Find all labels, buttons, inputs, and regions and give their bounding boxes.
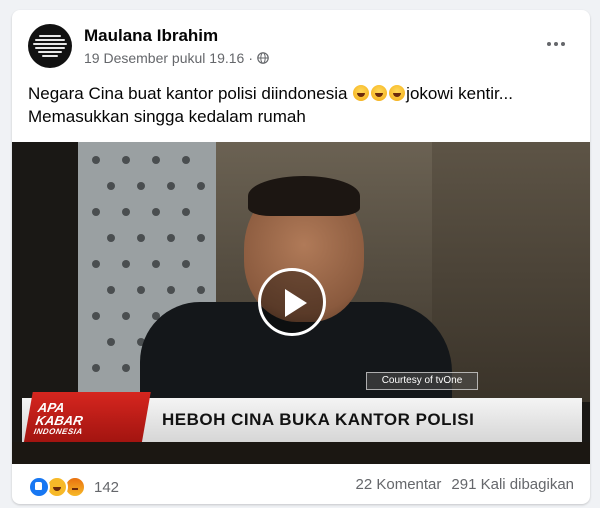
avatar[interactable] — [28, 24, 72, 68]
more-options-icon[interactable] — [542, 34, 570, 54]
video-bottom-strip — [12, 442, 590, 464]
video-background-plants — [432, 142, 590, 402]
video-watermark: Courtesy of tvOne — [366, 372, 478, 390]
reactions-summary[interactable]: 142 — [28, 476, 119, 498]
caption-text-1: Negara Cina buat kantor polisi diindones… — [28, 84, 348, 103]
caption-text-2: jokowi kentir... — [406, 84, 513, 103]
laughing-emoji-icon — [353, 85, 370, 101]
meta-separator: · — [248, 50, 253, 66]
reaction-count[interactable]: 142 — [94, 479, 119, 496]
post-caption: Negara Cina buat kantor polisi diindones… — [28, 82, 574, 128]
play-button[interactable] — [258, 268, 326, 336]
post-timestamp[interactable]: 19 Desember pukul 19.16 — [84, 50, 244, 66]
author-name[interactable]: Maulana Ibrahim — [84, 26, 218, 46]
post-footer: 142 22 Komentar 291 Kali dibagikan — [28, 474, 574, 498]
post-meta: 19 Desember pukul 19.16 · — [84, 50, 269, 66]
play-icon — [285, 289, 307, 317]
laughing-emoji-icon — [371, 85, 388, 101]
post-header: Maulana Ibrahim 19 Desember pukul 19.16 … — [28, 24, 576, 72]
comments-count[interactable]: 22 Komentar — [356, 476, 442, 493]
person-hair — [248, 176, 360, 216]
shares-count[interactable]: 291 Kali dibagikan — [451, 476, 574, 493]
post-stats: 22 Komentar 291 Kali dibagikan — [356, 476, 574, 493]
logo-line-2: KABAR — [34, 413, 85, 428]
globe-icon — [257, 52, 269, 64]
news-program-logo: APA KABAR INDONESIA — [23, 392, 151, 446]
laughing-emoji-icon — [389, 85, 406, 101]
logo-line-3: INDONESIA — [33, 427, 84, 436]
news-ticker-headline: HEBOH CINA BUKA KANTOR POLISI — [162, 410, 475, 429]
video-player[interactable]: Courtesy of tvOne APA KABAR INDONESIA HE… — [12, 142, 590, 464]
caption-text-3: Memasukkan singga kedalam rumah — [28, 107, 306, 126]
like-reaction-icon — [28, 476, 50, 498]
post-card: Maulana Ibrahim 19 Desember pukul 19.16 … — [12, 10, 590, 504]
